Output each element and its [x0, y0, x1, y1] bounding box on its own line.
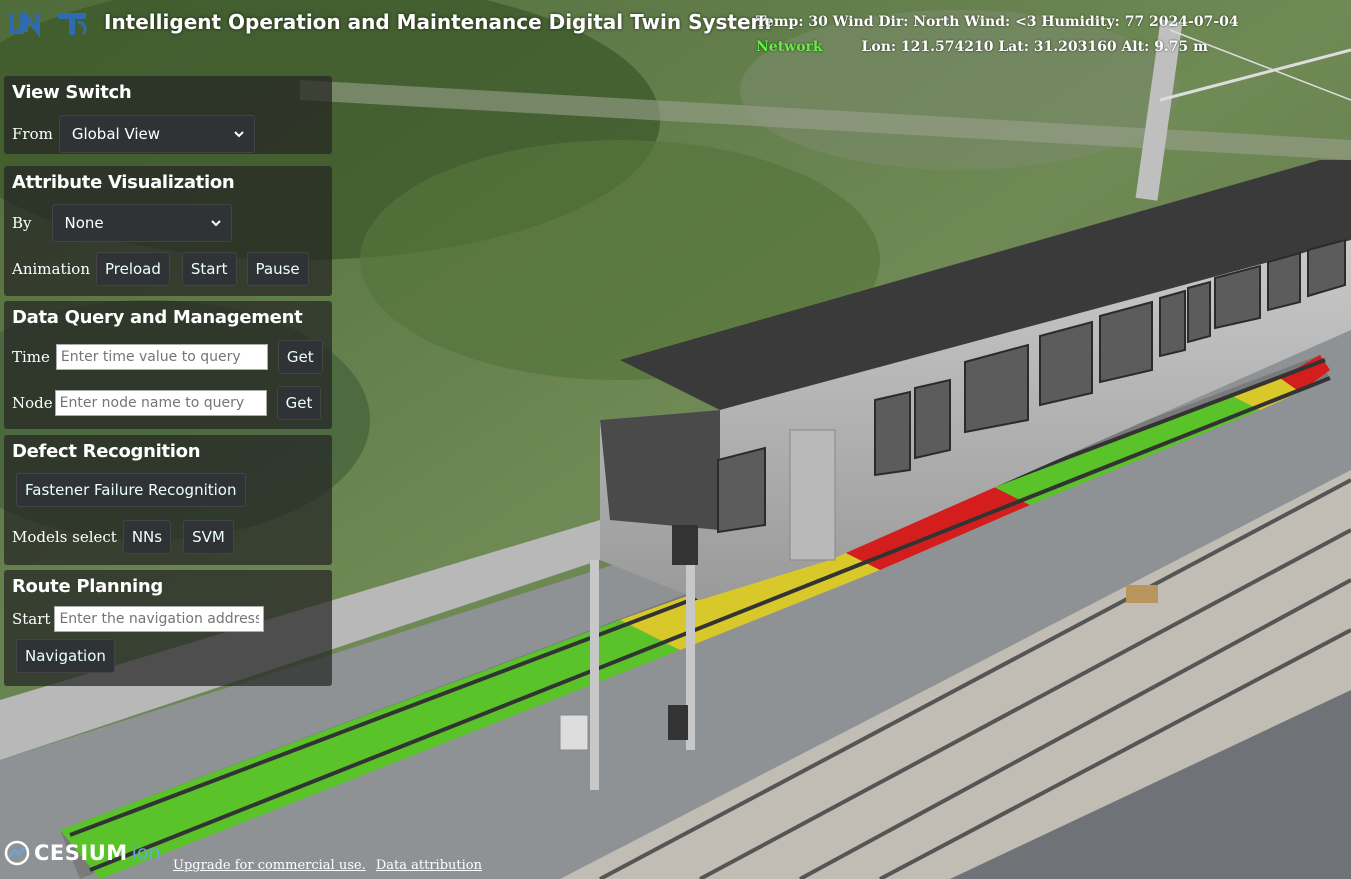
route-start-row: Start [12, 606, 265, 632]
view-select[interactable]: Global View [58, 115, 255, 153]
start-label: Start [12, 610, 51, 628]
chevron-down-icon [210, 220, 221, 227]
logo-group [10, 10, 92, 38]
pause-button[interactable]: Pause [246, 252, 309, 286]
train-door [789, 429, 836, 561]
cesium-brand-suffix: ion [131, 842, 161, 864]
models-select-label: Models select [12, 528, 117, 546]
network-status: Network [756, 39, 823, 55]
page-title: Intelligent Operation and Maintenance Di… [104, 10, 772, 34]
cesium-logo[interactable]: CESIUM ion [4, 840, 161, 866]
data-attribution-link[interactable]: Data attribution [376, 858, 482, 873]
node-get-button[interactable]: Get [276, 386, 322, 420]
animation-row: Animation Preload Start Pause [12, 252, 309, 286]
time-query-input[interactable] [55, 344, 268, 370]
node-query-row: Node Get [12, 386, 322, 420]
signal-pole [590, 560, 599, 790]
train-front-window [600, 410, 720, 530]
weather-readout: Temp: 30 Wind Dir: North Wind: <3 Humidi… [756, 14, 1239, 30]
institute-logo-icon [58, 13, 87, 35]
defect-recognition-panel: Defect Recognition Fastener Failure Reco… [4, 435, 332, 565]
model-nns-button[interactable]: NNs [122, 520, 172, 554]
animation-label: Animation [12, 260, 90, 278]
view-select-value: Global View [71, 125, 161, 143]
preload-button[interactable]: Preload [95, 252, 170, 286]
train-cab-window [717, 446, 766, 534]
from-label: From [12, 125, 53, 143]
recognition-row: Fastener Failure Recognition [16, 473, 246, 507]
time-query-row: Time Get [12, 340, 323, 374]
trackside-box [668, 705, 688, 740]
start-button[interactable]: Start [181, 252, 237, 286]
time-get-button[interactable]: Get [277, 340, 323, 374]
defect-recognition-title: Defect Recognition [12, 441, 201, 462]
route-planning-title: Route Planning [12, 576, 163, 597]
chevron-down-icon [234, 131, 244, 138]
attribute-visualization-title: Attribute Visualization [12, 172, 235, 193]
attribute-visualization-panel: Attribute Visualization By None Animatio… [4, 166, 332, 296]
node-label: Node [12, 394, 53, 412]
time-label: Time [12, 348, 50, 366]
view-switch-row: From Global View [12, 115, 255, 153]
university-logo-icon [10, 10, 40, 38]
upgrade-link[interactable]: Upgrade for commercial use. [173, 858, 366, 873]
attribute-select-value: None [64, 214, 104, 232]
view-switch-title: View Switch [12, 82, 132, 103]
data-query-title: Data Query and Management [12, 307, 303, 328]
view-switch-panel: View Switch From Global View [4, 76, 332, 154]
model-svm-button[interactable]: SVM [183, 520, 234, 554]
navigation-address-input[interactable] [54, 606, 265, 632]
navigation-row: Navigation [16, 639, 115, 673]
route-planning-panel: Route Planning Start Navigation [4, 570, 332, 686]
node-query-input[interactable] [54, 390, 267, 416]
fastener-failure-recognition-button[interactable]: Fastener Failure Recognition [16, 473, 246, 507]
trackside-box [559, 714, 589, 751]
credits-bar: Upgrade for commercial use. Data attribu… [173, 858, 488, 873]
status-line: Network Lon: 121.574210 Lat: 31.203160 A… [756, 39, 1208, 55]
coordinate-readout: Lon: 121.574210 Lat: 31.203160 Alt: 9.75… [861, 39, 1208, 55]
attribute-row: By None [12, 204, 232, 242]
by-label: By [12, 214, 32, 232]
attribute-select[interactable]: None [51, 204, 232, 242]
navigation-button[interactable]: Navigation [16, 639, 115, 673]
data-query-panel: Data Query and Management Time Get Node … [4, 301, 332, 429]
models-row: Models select NNs SVM [12, 520, 234, 554]
cesium-brand: CESIUM [34, 841, 128, 865]
equipment-pallet [1126, 585, 1158, 603]
cesium-globe-icon [4, 840, 30, 866]
signal-box [672, 525, 698, 565]
